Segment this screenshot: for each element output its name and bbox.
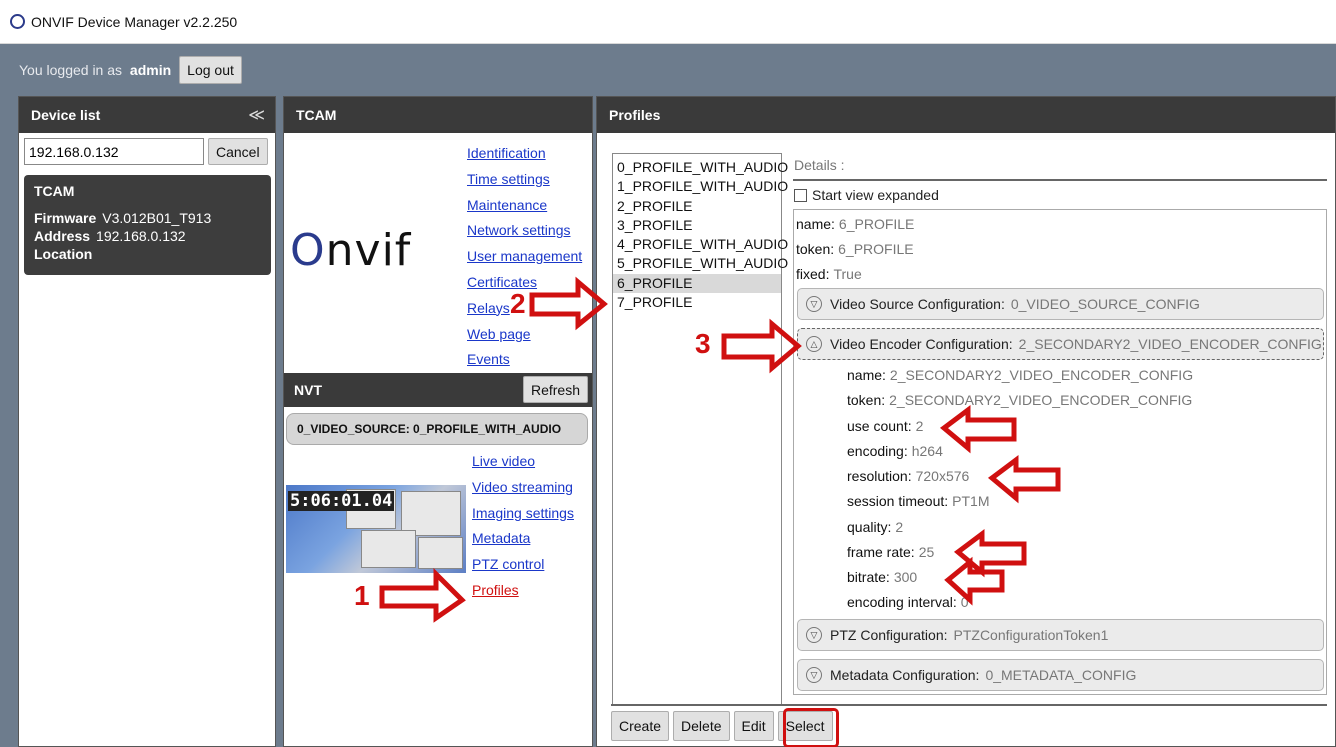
annotation-number-1: 1	[354, 580, 370, 611]
annotation-arrow-use-count	[939, 405, 1017, 454]
annotation-arrow-3	[721, 318, 802, 374]
annotation-arrow-resolution	[987, 455, 1061, 504]
annotation-number-2: 2	[510, 288, 526, 319]
annotation-arrow-1	[379, 567, 466, 623]
annotation-overlay	[379, 276, 1061, 623]
annotation-arrow-2	[529, 276, 608, 331]
annotation-number-3: 3	[695, 328, 711, 359]
